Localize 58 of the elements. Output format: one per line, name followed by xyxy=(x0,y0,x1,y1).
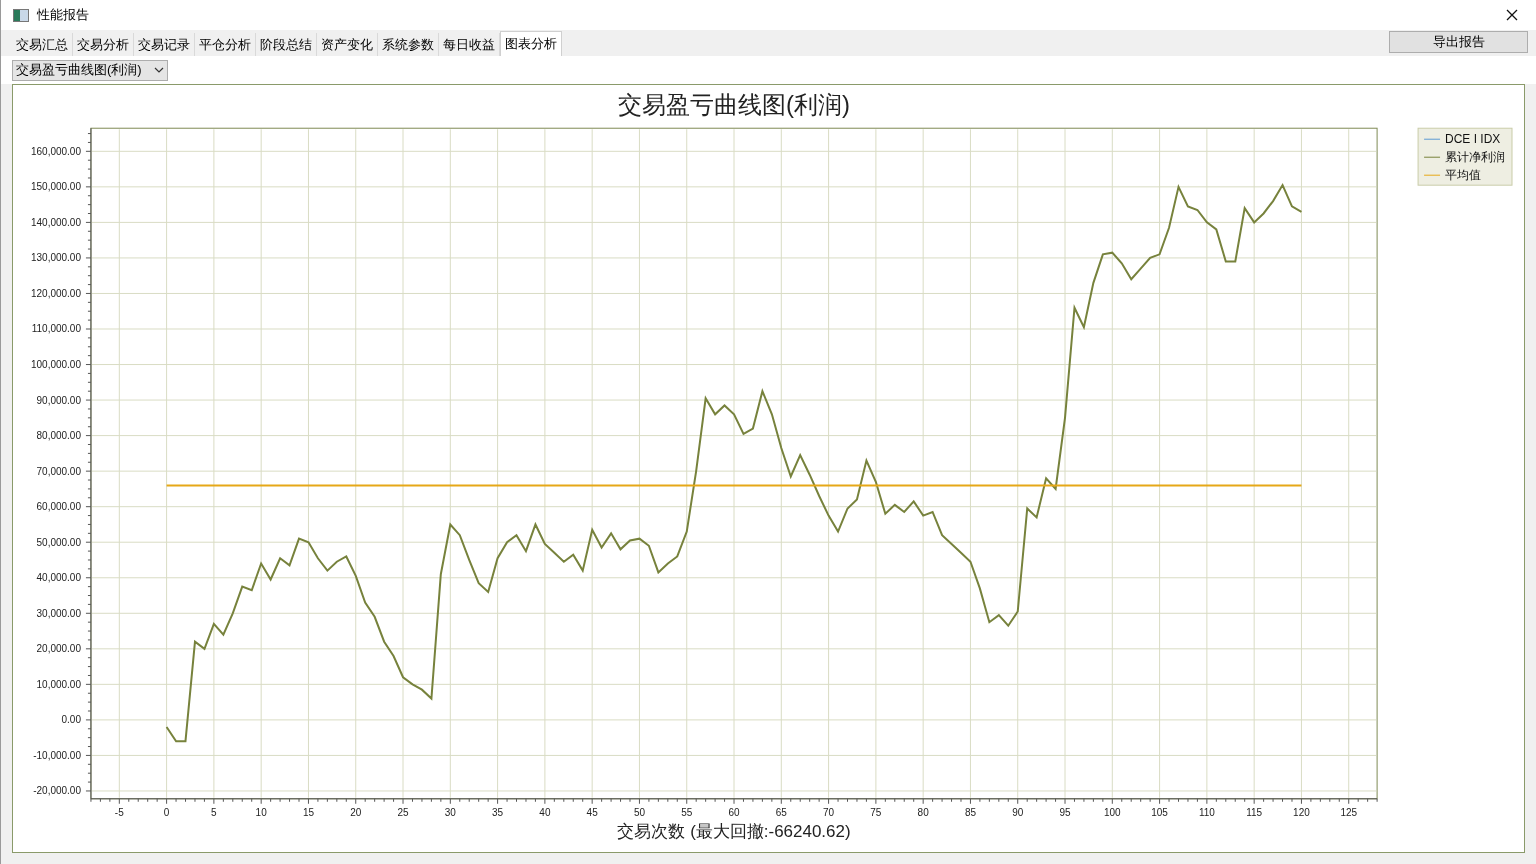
y-tick-label: 100,000.00 xyxy=(30,359,81,371)
chart-type-dropdown[interactable]: 交易盈亏曲线图(利润) xyxy=(12,59,168,81)
x-tick-label: 80 xyxy=(917,806,929,818)
x-tick-label: 85 xyxy=(964,806,976,818)
x-tick-label: 75 xyxy=(870,806,882,818)
tab[interactable]: 图表分析 xyxy=(500,31,562,56)
y-tick-label: -20,000.00 xyxy=(33,785,81,797)
x-tick-label: 70 xyxy=(823,806,835,818)
window-title: 性能报告 xyxy=(37,6,89,25)
x-tick-label: 105 xyxy=(1151,806,1168,818)
x-tick-label: 35 xyxy=(492,806,504,818)
legend-label: 累计净利润 xyxy=(1445,150,1506,165)
y-tick-label: -10,000.00 xyxy=(33,749,81,761)
x-tick-label: 20 xyxy=(350,806,362,818)
x-tick-label: 110 xyxy=(1198,806,1215,818)
x-tick-label: 65 xyxy=(775,806,787,818)
x-tick-label: 125 xyxy=(1340,806,1358,818)
legend-label: DCE I IDX xyxy=(1445,132,1501,147)
x-tick-label: 90 xyxy=(1012,806,1024,818)
caret-icon xyxy=(154,67,164,73)
y-tick-label: 130,000.00 xyxy=(30,252,81,264)
x-tick-label: -5 xyxy=(114,806,124,818)
x-tick-label: 15 xyxy=(302,806,314,818)
x-tick-label: 60 xyxy=(728,806,740,818)
y-tick-label: 90,000.00 xyxy=(36,394,81,406)
x-tick-label: 45 xyxy=(586,806,598,818)
y-tick-label: 150,000.00 xyxy=(30,181,81,193)
x-tick-label: 55 xyxy=(681,806,693,818)
x-tick-label: 120 xyxy=(1293,806,1310,818)
x-tick-label: 95 xyxy=(1059,806,1071,818)
y-tick-label: 160,000.00 xyxy=(30,145,81,157)
y-tick-label: 120,000.00 xyxy=(30,287,81,299)
legend-label: 平均值 xyxy=(1445,168,1482,183)
close-icon xyxy=(1506,9,1518,21)
y-tick-label: 10,000.00 xyxy=(36,678,81,690)
y-tick-label: 40,000.00 xyxy=(36,572,81,584)
y-tick-label: 50,000.00 xyxy=(36,536,81,548)
x-tick-label: 10 xyxy=(255,806,267,818)
y-tick-label: 60,000.00 xyxy=(36,501,81,513)
x-tick-label: 115 xyxy=(1246,806,1263,818)
y-tick-label: 0.00 xyxy=(61,714,81,726)
export-report-button[interactable]: 导出报告 xyxy=(1389,31,1528,53)
y-tick-label: 20,000.00 xyxy=(36,643,81,655)
x-tick-label: 30 xyxy=(444,806,456,818)
y-tick-label: 80,000.00 xyxy=(36,430,81,442)
y-tick-label: 140,000.00 xyxy=(30,216,81,228)
x-tick-label: 5 xyxy=(211,806,217,818)
x-tick-label: 100 xyxy=(1103,806,1121,818)
y-tick-label: 110,000.00 xyxy=(31,323,81,335)
x-tick-label: 40 xyxy=(539,806,551,818)
x-tick-label: 0 xyxy=(163,806,170,818)
app-icon xyxy=(13,8,29,22)
y-tick-label: 30,000.00 xyxy=(36,607,81,619)
x-tick-label: 25 xyxy=(397,806,409,818)
x-axis-title: 交易次数 (最大回撤:-66240.62) xyxy=(617,821,851,841)
chart-title: 交易盈亏曲线图(利润) xyxy=(618,91,850,119)
x-tick-label: 50 xyxy=(633,806,645,818)
y-tick-label: 70,000.00 xyxy=(36,465,81,477)
